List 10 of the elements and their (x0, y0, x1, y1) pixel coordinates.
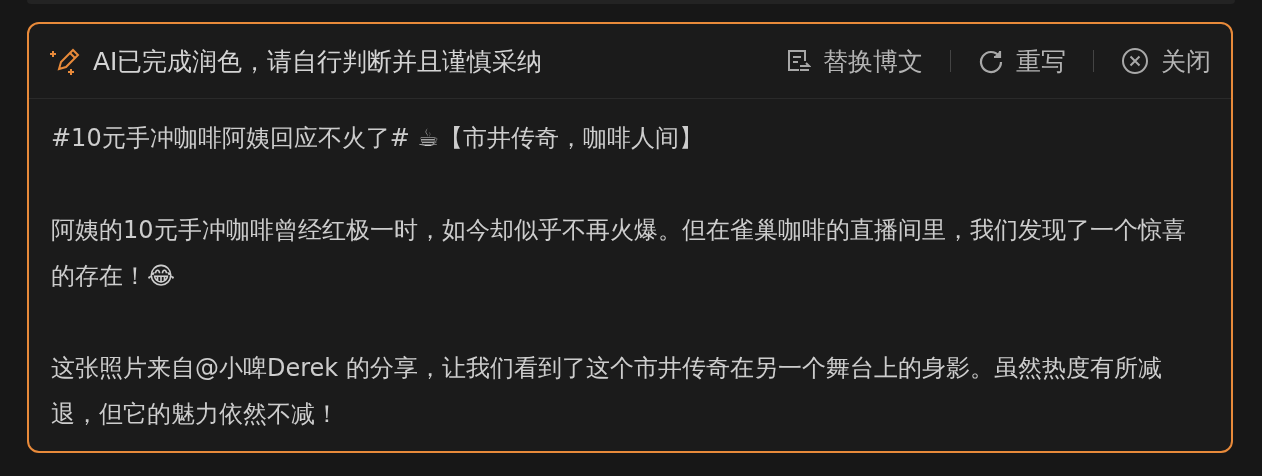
close-button[interactable]: 关闭 (1121, 44, 1211, 78)
ai-notice-title: AI已完成润色，请自行判断并且谨慎采纳 (93, 45, 544, 78)
paragraph: #10元手冲咖啡阿姨回应不火了# ☕【市井传奇，咖啡人间】 (51, 123, 704, 154)
document-swap-icon (785, 48, 811, 74)
replace-post-button[interactable]: 替换博文 (785, 44, 923, 78)
rewrite-button[interactable]: 重写 (978, 44, 1066, 78)
refresh-icon (978, 48, 1004, 74)
paragraph: 阿姨的10元手冲咖啡曾经红极一时，如今却似乎不再火爆。但在雀巢咖啡的直播间里，我们发现了一个惊喜的存在！😂 (51, 215, 1187, 292)
close-icon (1121, 47, 1149, 75)
paragraph: 这张照片来自@小啤Derek 的分享，让我们看到了这个市井传奇在另一个舞台上的身影。虽然热度有所减退，但它的魅力依然不减！ (51, 353, 1163, 430)
